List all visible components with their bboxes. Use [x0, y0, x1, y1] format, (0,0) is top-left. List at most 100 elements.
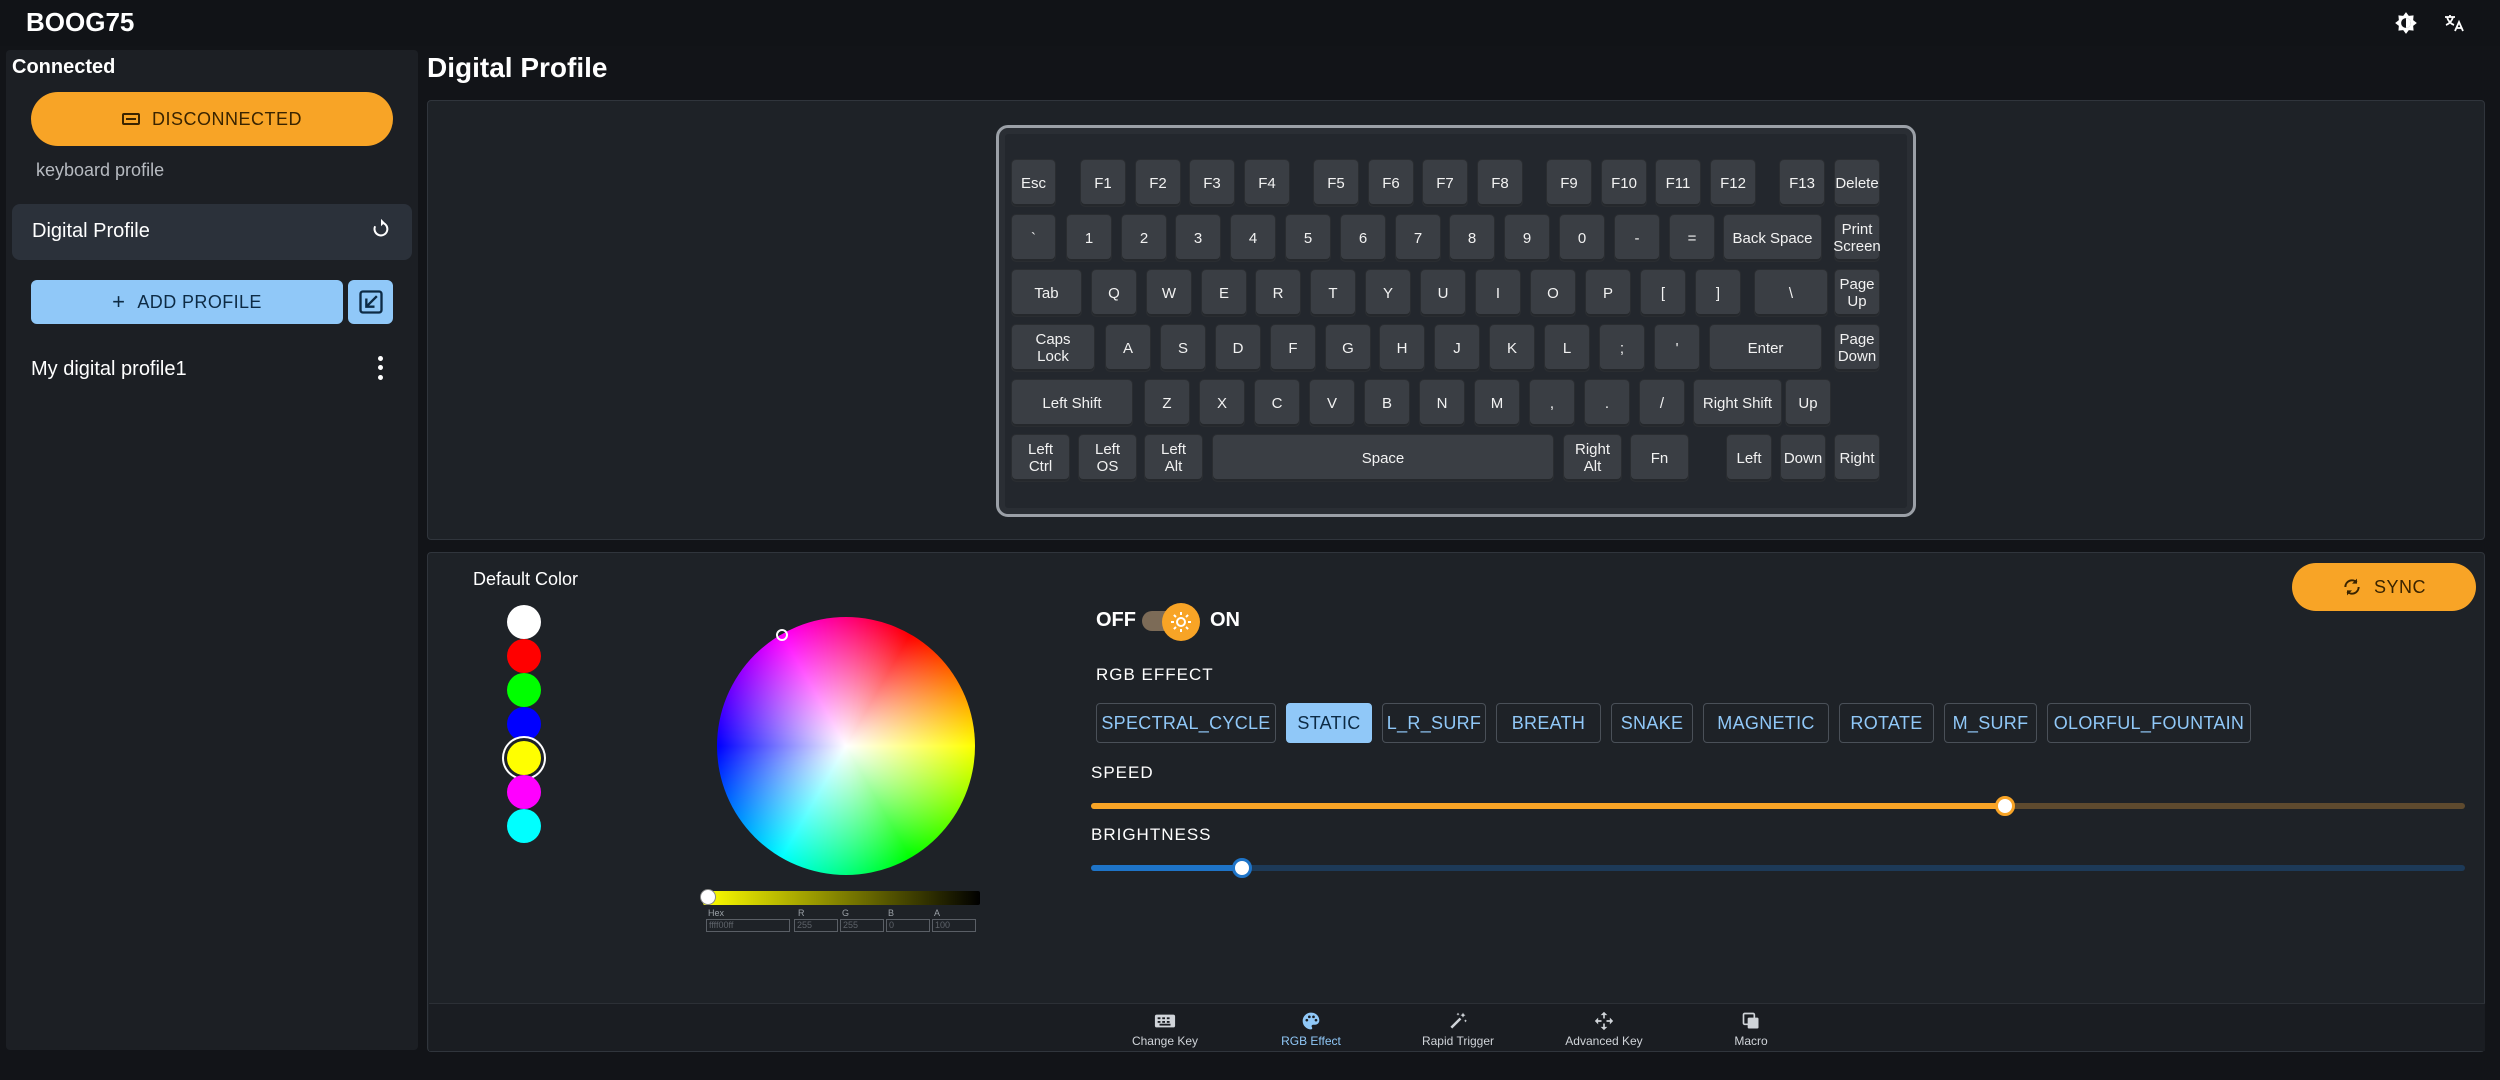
key-symbol[interactable]: \ [1754, 269, 1828, 317]
key-delete[interactable]: Delete [1834, 159, 1880, 207]
key-i[interactable]: I [1475, 269, 1521, 317]
key-f5[interactable]: F5 [1313, 159, 1359, 207]
key-f11[interactable]: F11 [1655, 159, 1701, 207]
key-n[interactable]: N [1419, 379, 1465, 427]
key-symbol[interactable]: / [1639, 379, 1685, 427]
key-symbol[interactable]: ' [1654, 324, 1700, 372]
key-f1[interactable]: F1 [1080, 159, 1126, 207]
key-f6[interactable]: F6 [1368, 159, 1414, 207]
key-7[interactable]: 7 [1395, 214, 1441, 262]
color-swatch[interactable] [507, 707, 541, 741]
key-f10[interactable]: F10 [1601, 159, 1647, 207]
key-right-shift[interactable]: Right Shift [1693, 379, 1782, 427]
effect-l-r-surf[interactable]: L_R_SURF [1382, 703, 1486, 743]
disconnect-button[interactable]: DISCONNECTED [31, 92, 393, 146]
key-j[interactable]: J [1434, 324, 1480, 372]
effect-magnetic[interactable]: MAGNETIC [1703, 703, 1829, 743]
key-9[interactable]: 9 [1504, 214, 1550, 262]
color-swatch[interactable] [507, 605, 541, 639]
effect-olorful-fountain[interactable]: OLORFUL_FOUNTAIN [2047, 703, 2251, 743]
key-f9[interactable]: F9 [1546, 159, 1592, 207]
nav-rgb-effect[interactable]: RGB Effect [1261, 1008, 1361, 1048]
key-f8[interactable]: F8 [1477, 159, 1523, 207]
key-r[interactable]: R [1255, 269, 1301, 317]
key-down[interactable]: Down [1780, 434, 1826, 482]
key-g[interactable]: G [1325, 324, 1371, 372]
color-wheel[interactable] [717, 617, 975, 875]
key-f13[interactable]: F13 [1779, 159, 1825, 207]
key-symbol[interactable]: ` [1011, 214, 1056, 262]
nav-macro[interactable]: Macro [1701, 1008, 1801, 1048]
key-symbol[interactable]: = [1669, 214, 1715, 262]
color-swatch[interactable] [507, 775, 541, 809]
nav-change-key[interactable]: Change Key [1115, 1008, 1215, 1048]
key-symbol[interactable]: , [1529, 379, 1575, 427]
color-slider-handle[interactable] [700, 889, 716, 905]
key-f12[interactable]: F12 [1710, 159, 1756, 207]
key-f7[interactable]: F7 [1422, 159, 1468, 207]
key-x[interactable]: X [1199, 379, 1245, 427]
reset-icon[interactable] [368, 218, 394, 244]
hex-input[interactable]: ffff00ff [706, 919, 790, 932]
key-f3[interactable]: F3 [1189, 159, 1235, 207]
key-p[interactable]: P [1585, 269, 1631, 317]
key-6[interactable]: 6 [1340, 214, 1386, 262]
effect-spectral-cycle[interactable]: SPECTRAL_CYCLE [1096, 703, 1276, 743]
color-swatch[interactable] [507, 809, 541, 843]
sync-button[interactable]: SYNC [2292, 563, 2476, 611]
key-q[interactable]: Q [1091, 269, 1137, 317]
rgb-toggle[interactable] [1162, 603, 1200, 641]
key-esc[interactable]: Esc [1011, 159, 1056, 207]
key-d[interactable]: D [1215, 324, 1261, 372]
key-5[interactable]: 5 [1285, 214, 1331, 262]
key-3[interactable]: 3 [1175, 214, 1221, 262]
key-f2[interactable]: F2 [1135, 159, 1181, 207]
key-caps-lock[interactable]: Caps Lock [1011, 324, 1095, 372]
key-left-shift[interactable]: Left Shift [1011, 379, 1133, 427]
color-swatch[interactable] [507, 741, 541, 775]
key-f4[interactable]: F4 [1244, 159, 1290, 207]
effect-m-surf[interactable]: M_SURF [1944, 703, 2037, 743]
key-f[interactable]: F [1270, 324, 1316, 372]
effect-rotate[interactable]: ROTATE [1839, 703, 1934, 743]
key-u[interactable]: U [1420, 269, 1466, 317]
key-back-space[interactable]: Back Space [1723, 214, 1822, 262]
speed-slider-handle[interactable] [1995, 796, 2015, 816]
key-t[interactable]: T [1310, 269, 1356, 317]
key-enter[interactable]: Enter [1709, 324, 1822, 372]
key-symbol[interactable]: ] [1695, 269, 1741, 317]
color-wheel-handle[interactable] [776, 629, 788, 641]
key-z[interactable]: Z [1144, 379, 1190, 427]
key-print-screen[interactable]: Print Screen [1833, 214, 1881, 262]
key-page-down[interactable]: Page Down [1834, 324, 1880, 372]
key-e[interactable]: E [1201, 269, 1247, 317]
key-y[interactable]: Y [1365, 269, 1411, 317]
key-1[interactable]: 1 [1066, 214, 1112, 262]
key-m[interactable]: M [1474, 379, 1520, 427]
more-options-icon[interactable] [374, 354, 386, 382]
bright-slider-track[interactable] [1091, 865, 2465, 871]
a-input[interactable]: 100 [932, 919, 976, 932]
key-left-alt[interactable]: Left Alt [1144, 434, 1203, 482]
key-fn[interactable]: Fn [1630, 434, 1689, 482]
key-8[interactable]: 8 [1449, 214, 1495, 262]
key-k[interactable]: K [1489, 324, 1535, 372]
nav-advanced-key[interactable]: Advanced Key [1554, 1008, 1654, 1048]
key-o[interactable]: O [1530, 269, 1576, 317]
r-input[interactable]: 255 [794, 919, 838, 932]
key-c[interactable]: C [1254, 379, 1300, 427]
key-up[interactable]: Up [1785, 379, 1831, 427]
translate-icon[interactable] [2437, 6, 2471, 40]
key-left-ctrl[interactable]: Left Ctrl [1011, 434, 1070, 482]
key-2[interactable]: 2 [1121, 214, 1167, 262]
color-gradient-slider[interactable] [703, 891, 980, 905]
key-tab[interactable]: Tab [1011, 269, 1082, 317]
b-input[interactable]: 0 [886, 919, 930, 932]
effect-breath[interactable]: BREATH [1496, 703, 1601, 743]
color-swatch[interactable] [507, 639, 541, 673]
effect-snake[interactable]: SNAKE [1611, 703, 1693, 743]
effect-static[interactable]: STATIC [1286, 703, 1372, 743]
key-h[interactable]: H [1379, 324, 1425, 372]
add-profile-button[interactable]: + ADD PROFILE [31, 280, 343, 324]
bright-slider-handle[interactable] [1232, 858, 1252, 878]
